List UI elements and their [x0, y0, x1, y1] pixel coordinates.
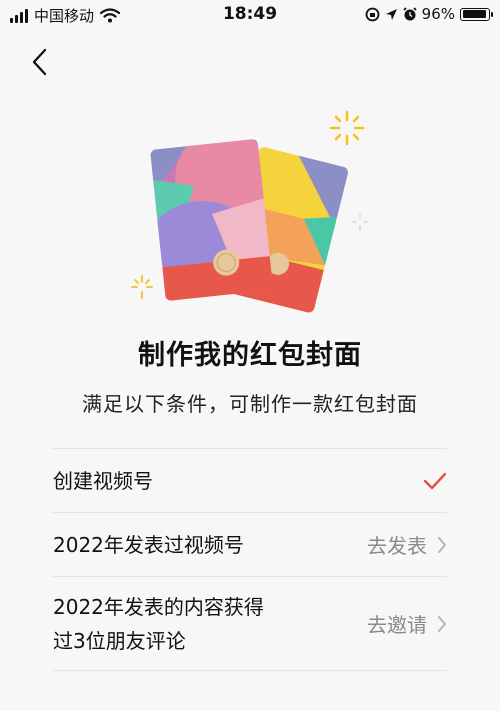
status-right: 96%: [365, 5, 493, 23]
condition-label: 创建视频号: [53, 468, 153, 493]
invite-action-label: 去邀请: [367, 613, 427, 637]
page-subtitle: 满足以下条件，可制作一款红包封面: [82, 392, 418, 416]
condition-row-create-channel: 创建视频号: [53, 449, 447, 513]
page-title: 制作我的红包封面: [138, 340, 362, 371]
check-icon: [423, 472, 447, 489]
sparkle-left: [131, 275, 153, 299]
battery-percent: 96%: [421, 5, 455, 23]
condition-label-line1: 2022年发表的内容获得: [53, 594, 264, 619]
battery-fill: [462, 10, 487, 18]
alarm-icon: [403, 6, 417, 20]
condition-row-friend-comments[interactable]: 2022年发表的内容获得 过3位朋友评论 去邀请: [53, 577, 447, 671]
publish-action-button[interactable]: 去发表: [367, 530, 447, 559]
condition-label-line2: 过3位朋友评论: [53, 628, 186, 653]
condition-row-publish-video[interactable]: 2022年发表过视频号 去发表: [53, 513, 447, 577]
sparkle-top-right: [329, 110, 365, 146]
sparkle-right: [351, 213, 369, 231]
condition-label: 2022年发表的内容获得 过3位朋友评论: [53, 590, 264, 658]
battery-icon: [460, 7, 493, 21]
orientation-lock-icon: [365, 7, 380, 21]
back-button[interactable]: [22, 44, 58, 80]
publish-action-label: 去发表: [367, 534, 427, 558]
back-icon: [32, 48, 47, 76]
chevron-right-icon: [438, 615, 446, 632]
conditions-list: 创建视频号 2022年发表过视频号 去发表 2022年发表的内容获得 过3位朋友…: [53, 448, 447, 671]
chevron-right-icon: [438, 536, 446, 553]
red-packet-illustration: [131, 110, 369, 314]
status-bar: 中国移动 18:49 96%: [0, 0, 500, 30]
condition-label: 2022年发表过视频号: [53, 532, 244, 557]
location-icon: [385, 8, 397, 20]
invite-action-button[interactable]: 去邀请: [367, 609, 447, 638]
